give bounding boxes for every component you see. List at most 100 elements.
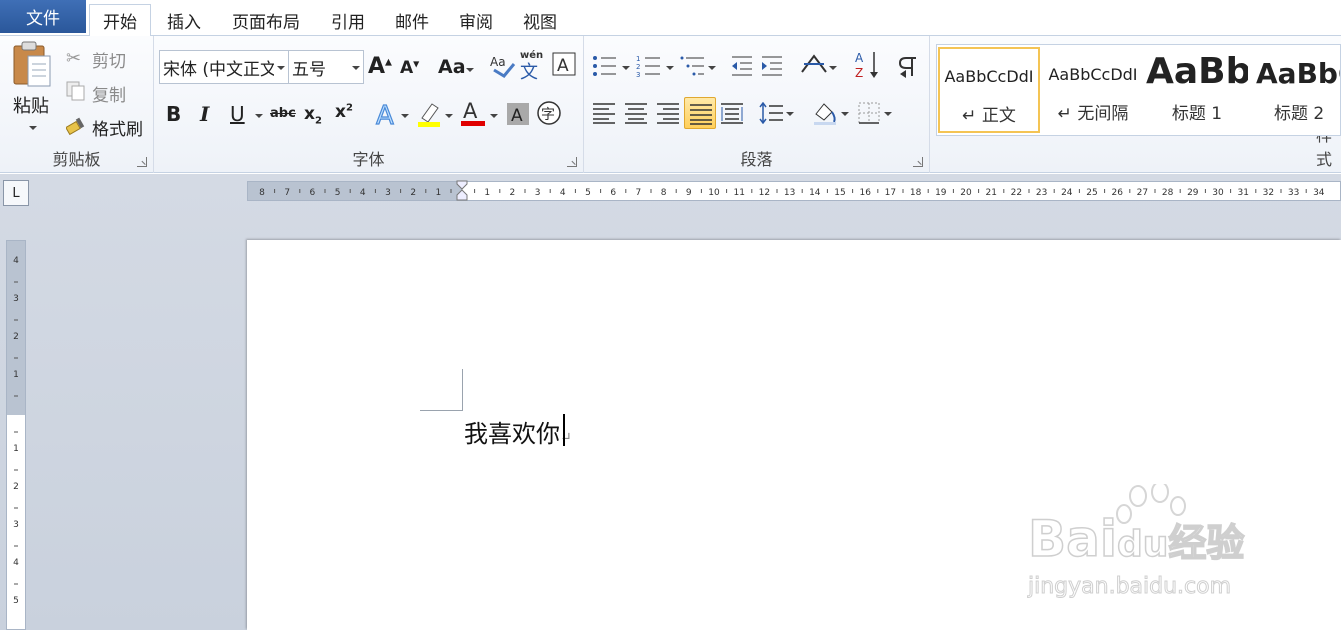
font-size-select[interactable]: 五号 <box>288 50 364 84</box>
line-spacing-dropdown-icon[interactable] <box>786 112 794 116</box>
ruler-label: 19 <box>935 188 947 198</box>
decrease-indent-icon[interactable] <box>730 54 754 82</box>
paste-button[interactable]: 粘贴 <box>13 92 49 118</box>
horizontal-ruler-ticks: 8 7 6 5 4 3 2 1 1 2 3 4 5 6 7 8 9 10 11 12 13 14 15 16 17 18 19 20 2… <box>259 188 1325 198</box>
style-normal[interactable]: AaBbCcDdI ↵ 正文 <box>938 47 1040 133</box>
distributed-icon[interactable] <box>720 102 744 128</box>
change-case-button[interactable]: Aa <box>438 56 466 78</box>
multilevel-list-dropdown-icon[interactable] <box>708 66 716 70</box>
character-border-icon[interactable]: A <box>552 52 576 80</box>
ruler-label: 5 <box>585 188 591 198</box>
ruler-label: 29 <box>1187 188 1199 198</box>
font-color-icon[interactable]: A <box>460 98 486 132</box>
chinese-layout-dropdown-icon[interactable] <box>829 66 837 70</box>
superscript-icon[interactable]: x2 <box>335 102 353 122</box>
tab-page-layout[interactable]: 页面布局 <box>221 4 311 36</box>
font-name-dropdown-icon[interactable] <box>274 51 288 83</box>
paragraph-group-label: 段落 <box>740 150 773 169</box>
numbering-icon[interactable]: 123 <box>636 54 662 82</box>
underline-dropdown-icon[interactable] <box>255 114 263 118</box>
svg-text:1: 1 <box>636 55 640 63</box>
enclose-characters-icon[interactable]: 字 <box>536 100 562 130</box>
svg-text:2: 2 <box>636 63 640 71</box>
show-hide-marks-icon[interactable] <box>898 54 918 82</box>
text-effects-dropdown-icon[interactable] <box>401 114 409 118</box>
document-body[interactable]: 我喜欢你↵ <box>464 414 572 449</box>
sort-icon[interactable]: AZ <box>854 50 880 84</box>
clipboard-group: 粘贴 ✂ 剪切 复制 格式刷 剪贴板 <box>0 36 154 173</box>
cut-button[interactable]: 剪切 <box>92 47 126 72</box>
numbering-dropdown-icon[interactable] <box>666 66 674 70</box>
shading-dropdown-icon[interactable] <box>841 112 849 116</box>
change-case-dropdown-icon[interactable] <box>466 68 474 72</box>
character-shading-icon[interactable]: A <box>506 102 530 130</box>
clear-format-icon[interactable]: Aa <box>488 50 516 82</box>
style-no-spacing[interactable]: AaBbCcDdI ↵ 无间隔 <box>1042 47 1144 133</box>
font-color-dropdown-icon[interactable] <box>490 114 498 118</box>
text-effects-icon[interactable]: A <box>374 100 400 132</box>
highlight-dropdown-icon[interactable] <box>445 114 453 118</box>
ruler-label: 6 <box>310 188 316 198</box>
margin-corner-mark <box>420 410 463 411</box>
ruler-label: 33 <box>1288 188 1299 198</box>
underline-button[interactable]: U <box>230 102 245 126</box>
ruler-label: 7 <box>284 188 290 198</box>
shading-icon[interactable] <box>812 100 838 130</box>
ruler-label: 15 <box>834 188 845 198</box>
ruler-label: 26 <box>1111 188 1123 198</box>
justify-button[interactable] <box>684 97 716 129</box>
paste-icon[interactable] <box>10 40 54 94</box>
tab-stop-selector[interactable]: L <box>3 180 29 206</box>
copy-button[interactable]: 复制 <box>92 81 126 106</box>
subscript-icon[interactable]: x2 <box>304 104 322 126</box>
font-name-select[interactable]: 宋体 (中文正文 <box>159 50 289 84</box>
bullets-icon[interactable] <box>592 54 618 82</box>
tab-review[interactable]: 审阅 <box>448 4 504 36</box>
watermark-url: jingyan.baidu.com <box>1027 574 1232 600</box>
tab-view[interactable]: 视图 <box>512 4 568 36</box>
svg-text:wén: wén <box>520 49 543 61</box>
tab-references[interactable]: 引用 <box>320 4 376 36</box>
vertical-ruler[interactable]: 4 3 2 1 1 2 3 4 5 <box>6 240 26 630</box>
align-right-icon[interactable] <box>656 102 680 128</box>
format-painter-button[interactable]: 格式刷 <box>92 115 143 140</box>
ruler-label: 1 <box>13 370 19 380</box>
style-heading-2[interactable]: AaBbC 标题 2 <box>1250 47 1340 133</box>
horizontal-ruler[interactable]: 8 7 6 5 4 3 2 1 1 2 3 4 5 6 7 8 9 10 11 12 13 14 15 16 17 18 19 20 2… <box>247 180 1341 202</box>
indent-marker-icon[interactable] <box>456 180 468 202</box>
tab-file[interactable]: 文件 <box>0 0 86 33</box>
clipboard-launcher-icon[interactable] <box>137 157 147 167</box>
borders-dropdown-icon[interactable] <box>884 112 892 116</box>
italic-button[interactable]: I <box>200 102 209 126</box>
grow-font-icon[interactable]: A▲ <box>368 54 392 79</box>
line-spacing-icon[interactable] <box>758 101 784 128</box>
font-group: 宋体 (中文正文 五号 A▲ A▼ Aa Aa wén 文 A B I U abc… <box>154 36 584 173</box>
style-heading-1[interactable]: AaBb 标题 1 <box>1146 47 1248 133</box>
font-size-dropdown-icon[interactable] <box>349 51 363 83</box>
bullets-dropdown-icon[interactable] <box>622 66 630 70</box>
ruler-label: 12 <box>759 188 770 198</box>
ruler-label: 3 <box>13 520 19 530</box>
chinese-layout-icon[interactable] <box>800 52 828 80</box>
font-launcher-icon[interactable] <box>567 157 577 167</box>
borders-icon[interactable] <box>858 102 880 128</box>
strikethrough-button[interactable]: abc <box>270 106 296 121</box>
svg-text:Z: Z <box>855 66 863 80</box>
phonetic-guide-icon[interactable]: wén 文 <box>518 48 546 84</box>
align-center-icon[interactable] <box>624 102 648 128</box>
paragraph-launcher-icon[interactable] <box>913 157 923 167</box>
tab-insert[interactable]: 插入 <box>156 4 212 36</box>
increase-indent-icon[interactable] <box>760 54 784 82</box>
ruler-label: 3 <box>13 294 19 304</box>
tab-home[interactable]: 开始 <box>89 4 151 37</box>
font-size-value: 五号 <box>292 59 326 80</box>
multilevel-list-icon[interactable] <box>680 54 706 82</box>
tab-mailings[interactable]: 邮件 <box>384 4 440 36</box>
paste-dropdown-icon[interactable] <box>29 126 37 130</box>
highlight-icon[interactable] <box>416 100 442 132</box>
shrink-font-icon[interactable]: A▼ <box>400 58 419 78</box>
bold-button[interactable]: B <box>166 102 181 126</box>
ruler-label: 34 <box>1313 188 1325 198</box>
document-text: 我喜欢你 <box>464 420 560 448</box>
align-left-icon[interactable] <box>592 102 616 128</box>
